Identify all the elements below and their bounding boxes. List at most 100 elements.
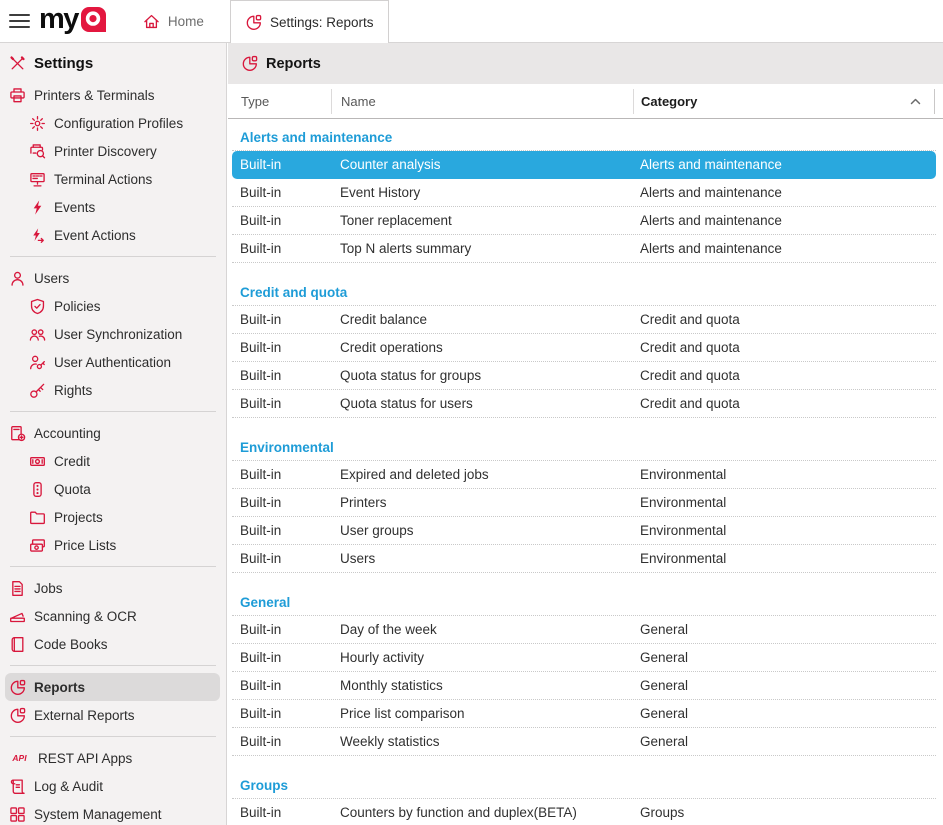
sidebar-item-user-authentication[interactable]: User Authentication [0, 348, 226, 376]
cell-category: Environmental [640, 523, 936, 538]
sidebar-item-external-reports[interactable]: External Reports [0, 701, 226, 729]
key-icon [29, 382, 46, 399]
report-row-credit-balance[interactable]: Built-inCredit balanceCredit and quota [232, 306, 936, 334]
sidebar-item-rest-api-apps[interactable]: APIREST API Apps [0, 744, 226, 772]
sidebar-item-printer-discovery[interactable]: Printer Discovery [0, 137, 226, 165]
sidebar-item-accounting[interactable]: Accounting [0, 419, 226, 447]
document-icon [9, 580, 26, 597]
sidebar-nav: Printers & TerminalsConfiguration Profil… [0, 81, 226, 825]
cell-category: Alerts and maintenance [640, 185, 936, 200]
scanner-icon [9, 608, 26, 625]
sidebar-item-configuration-profiles[interactable]: Configuration Profiles [0, 109, 226, 137]
sidebar-item-scanning-ocr[interactable]: Scanning & OCR [0, 602, 226, 630]
sidebar-item-projects[interactable]: Projects [0, 503, 226, 531]
report-row-event-history[interactable]: Built-inEvent HistoryAlerts and maintena… [232, 179, 936, 207]
sidebar-item-credit[interactable]: Credit [0, 447, 226, 475]
sidebar-item-user-synchronization[interactable]: User Synchronization [0, 320, 226, 348]
folder-icon [29, 509, 46, 526]
cell-category: Alerts and maintenance [640, 157, 936, 172]
sidebar-item-price-lists[interactable]: Price Lists [0, 531, 226, 559]
category-group-label: Credit and quota [232, 283, 936, 306]
tools-icon [9, 55, 26, 72]
cell-name: Quota status for groups [340, 368, 640, 383]
sidebar-item-label: Reports [34, 680, 85, 695]
cell-type: Built-in [232, 340, 340, 355]
traffic-light-icon [29, 481, 46, 498]
sidebar-item-quota[interactable]: Quota [0, 475, 226, 503]
cell-name: Credit operations [340, 340, 640, 355]
sidebar-item-system-management[interactable]: System Management [0, 800, 226, 825]
hamburger-menu-icon[interactable] [9, 14, 30, 29]
sidebar-item-label: Events [54, 200, 95, 215]
cell-name: Printers [340, 495, 640, 510]
cell-name: Toner replacement [340, 213, 640, 228]
sidebar-item-label: Policies [54, 299, 101, 314]
cell-type: Built-in [232, 650, 340, 665]
cell-type: Built-in [232, 213, 340, 228]
sidebar-item-label: Code Books [34, 637, 108, 652]
api-icon: API [9, 750, 30, 767]
cell-category: General [640, 734, 936, 749]
report-row-hourly-activity[interactable]: Built-inHourly activityGeneral [232, 644, 936, 672]
cell-type: Built-in [232, 241, 340, 256]
cell-type: Built-in [232, 523, 340, 538]
report-row-quota-status-for-groups[interactable]: Built-inQuota status for groupsCredit an… [232, 362, 936, 390]
cell-category: Environmental [640, 551, 936, 566]
sidebar-item-log-audit[interactable]: Log & Audit [0, 772, 226, 800]
sidebar-item-users[interactable]: Users [0, 264, 226, 292]
report-row-top-n-alerts-summary[interactable]: Built-inTop N alerts summaryAlerts and m… [232, 235, 936, 263]
report-row-weekly-statistics[interactable]: Built-inWeekly statisticsGeneral [232, 728, 936, 756]
report-row-user-groups[interactable]: Built-inUser groupsEnvironmental [232, 517, 936, 545]
sidebar-item-terminal-actions[interactable]: Terminal Actions [0, 165, 226, 193]
column-header-name[interactable]: Name [331, 89, 633, 114]
report-row-counters-by-function-and-duplex-beta[interactable]: Built-inCounters by function and duplex(… [232, 799, 936, 825]
cell-name: Weekly statistics [340, 734, 640, 749]
sidebar-item-printers-terminals[interactable]: Printers & Terminals [0, 81, 226, 109]
cell-type: Built-in [232, 495, 340, 510]
user-key-icon [29, 354, 46, 371]
sidebar-item-events[interactable]: Events [0, 193, 226, 221]
report-row-credit-operations[interactable]: Built-inCredit operationsCredit and quot… [232, 334, 936, 362]
sidebar-item-reports[interactable]: Reports [5, 673, 220, 701]
column-header-category-label: Category [641, 94, 697, 109]
cell-category: Credit and quota [640, 368, 936, 383]
report-row-toner-replacement[interactable]: Built-inToner replacementAlerts and main… [232, 207, 936, 235]
sidebar-item-jobs[interactable]: Jobs [0, 574, 226, 602]
report-row-users[interactable]: Built-inUsersEnvironmental [232, 545, 936, 573]
cell-type: Built-in [232, 551, 340, 566]
cell-type: Built-in [232, 706, 340, 721]
home-icon [143, 13, 160, 30]
sidebar-item-label: Rights [54, 383, 92, 398]
sidebar-item-event-actions[interactable]: Event Actions [0, 221, 226, 249]
cell-category: Credit and quota [640, 340, 936, 355]
report-table-body: Alerts and maintenanceBuilt-inCounter an… [228, 128, 943, 825]
sidebar-item-rights[interactable]: Rights [0, 376, 226, 404]
sidebar-item-policies[interactable]: Policies [0, 292, 226, 320]
report-row-monthly-statistics[interactable]: Built-inMonthly statisticsGeneral [232, 672, 936, 700]
tab-home[interactable]: Home [129, 0, 218, 42]
report-row-counter-analysis[interactable]: Built-inCounter analysisAlerts and maint… [232, 151, 936, 179]
pie-chart-icon [9, 707, 26, 724]
cell-category: Environmental [640, 495, 936, 510]
report-row-expired-and-deleted-jobs[interactable]: Built-inExpired and deleted jobsEnvironm… [232, 461, 936, 489]
sidebar-item-label: Credit [54, 454, 90, 469]
cell-name: Hourly activity [340, 650, 640, 665]
column-header-category[interactable]: Category [633, 89, 935, 114]
tab-settings-reports[interactable]: Settings: Reports [230, 0, 389, 43]
report-row-printers[interactable]: Built-inPrintersEnvironmental [232, 489, 936, 517]
sidebar-item-label: Printer Discovery [54, 144, 157, 159]
cell-type: Built-in [232, 185, 340, 200]
sidebar-divider [10, 411, 216, 412]
sidebar-item-label: Price Lists [54, 538, 116, 553]
price-lists-icon [29, 537, 46, 554]
sidebar-item-code-books[interactable]: Code Books [0, 630, 226, 658]
report-row-day-of-the-week[interactable]: Built-inDay of the weekGeneral [232, 616, 936, 644]
shield-check-icon [29, 298, 46, 315]
lightning-icon [29, 199, 46, 216]
column-header-type[interactable]: Type [228, 89, 331, 114]
cell-category: Alerts and maintenance [640, 241, 936, 256]
report-row-quota-status-for-users[interactable]: Built-inQuota status for usersCredit and… [232, 390, 936, 418]
tab-label: Home [168, 14, 204, 29]
report-row-price-list-comparison[interactable]: Built-inPrice list comparisonGeneral [232, 700, 936, 728]
page-title: Reports [266, 56, 321, 72]
